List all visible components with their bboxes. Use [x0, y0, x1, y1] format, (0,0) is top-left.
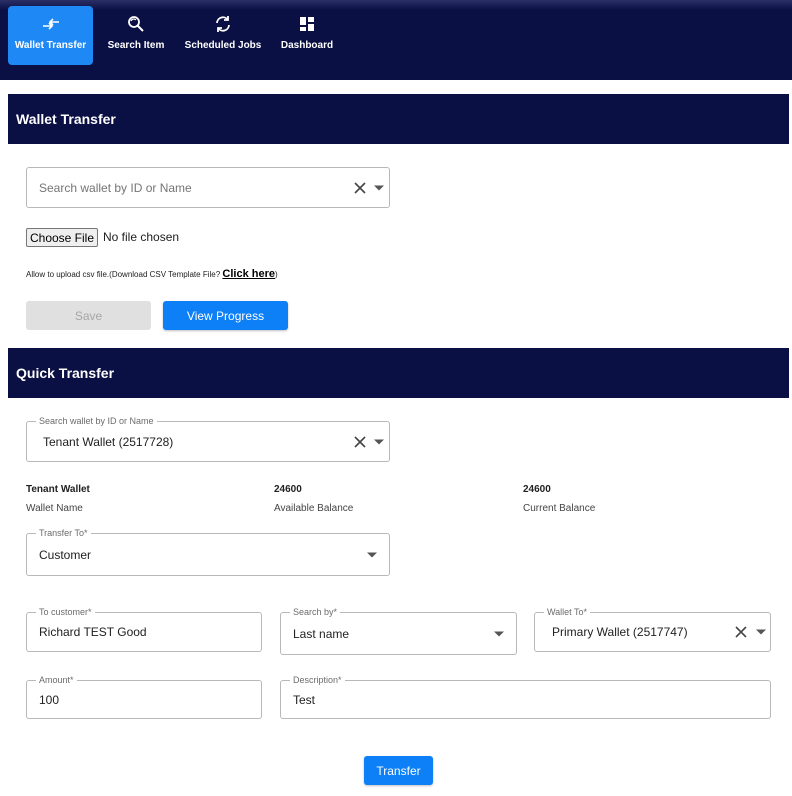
nav-scheduled-jobs[interactable]: Scheduled Jobs	[183, 6, 263, 65]
current-balance-value: 24600	[523, 484, 551, 495]
wallet-name-info: Tenant Wallet Wallet Name	[26, 484, 90, 514]
csv-hint-close: )	[275, 270, 278, 279]
current-balance-info: 24600 Current Balance	[523, 484, 595, 514]
field-legend: Search by*	[290, 607, 341, 617]
choose-file-button[interactable]: Choose File	[26, 228, 98, 247]
wallet-name-label: Wallet Name	[26, 503, 83, 514]
nav-label: Search Item	[107, 40, 165, 51]
csv-hint: Allow to upload csv file.(Download CSV T…	[26, 268, 278, 280]
close-icon[interactable]	[353, 435, 367, 449]
wallet-to-value: Primary Wallet (2517747)	[552, 625, 688, 639]
wallet-search-select[interactable]: Search wallet by ID or Name	[26, 167, 390, 208]
chevron-down-icon[interactable]	[756, 629, 766, 635]
amount-field[interactable]: Amount* 100	[26, 675, 262, 719]
nav-dashboard[interactable]: Dashboard	[278, 6, 336, 65]
wallet-name-value: Tenant Wallet	[26, 484, 90, 495]
nav-label: Wallet Transfer	[14, 40, 87, 51]
amount-value: 100	[39, 692, 60, 707]
wallet-search-placeholder: Search wallet by ID or Name	[39, 180, 192, 195]
close-icon[interactable]	[353, 181, 367, 195]
search-by-select[interactable]: Search by* Last name	[280, 607, 517, 655]
section-title: Quick Transfer	[16, 365, 115, 381]
download-template-link[interactable]: Click here	[222, 268, 275, 280]
transfer-to-value: Customer	[39, 547, 92, 562]
field-legend: Search wallet by ID or Name	[36, 416, 157, 426]
available-balance-info: 24600 Available Balance	[274, 484, 353, 514]
field-legend: Transfer To*	[36, 528, 91, 538]
section-title: Wallet Transfer	[16, 111, 116, 127]
chevron-down-icon[interactable]	[374, 185, 384, 190]
transfer-button[interactable]: Transfer	[364, 756, 433, 785]
description-field[interactable]: Description* Test	[280, 675, 771, 719]
description-value: Test	[293, 692, 316, 707]
file-status: No file chosen	[103, 230, 180, 244]
transfer-arrows-icon	[41, 14, 61, 34]
to-customer-value: Richard TEST Good	[39, 625, 147, 639]
csv-hint-text: Allow to upload csv file.(Download CSV T…	[26, 270, 221, 279]
nav-search-item[interactable]: Search Item	[103, 6, 169, 65]
field-legend: Description*	[290, 675, 345, 685]
nav-label: Dashboard	[280, 40, 334, 51]
wallet-to-select[interactable]: Wallet To* Primary Wallet (2517747)	[534, 607, 771, 652]
top-navigation-bar: Wallet Transfer Search Item Scheduled Jo…	[0, 0, 792, 80]
available-balance-label: Available Balance	[274, 503, 354, 514]
available-balance-value: 24600	[274, 484, 302, 495]
chevron-down-icon[interactable]	[494, 631, 504, 636]
quick-wallet-search-select[interactable]: Search wallet by ID or Name Tenant Walle…	[26, 416, 390, 462]
to-customer-field[interactable]: To customer* Richard TEST Good	[26, 607, 262, 652]
wallet-transfer-header: Wallet Transfer	[8, 94, 789, 144]
view-progress-button[interactable]: View Progress	[163, 301, 288, 330]
chevron-down-icon[interactable]	[374, 439, 384, 444]
search-refresh-icon	[126, 14, 146, 34]
dashboard-grid-icon	[297, 14, 317, 34]
field-legend: To customer*	[36, 607, 95, 617]
quick-transfer-header: Quick Transfer	[8, 348, 789, 398]
nav-wallet-transfer[interactable]: Wallet Transfer	[8, 6, 93, 65]
nav-label: Scheduled Jobs	[184, 40, 262, 51]
field-legend: Amount*	[36, 675, 77, 685]
close-icon[interactable]	[734, 625, 748, 639]
current-balance-label: Current Balance	[523, 503, 596, 514]
field-legend: Wallet To*	[544, 607, 591, 617]
search-by-value: Last name	[293, 626, 350, 641]
chevron-down-icon[interactable]	[367, 552, 377, 557]
sync-icon	[213, 14, 233, 34]
selected-wallet: Tenant Wallet (2517728)	[43, 434, 174, 449]
save-button[interactable]: Save	[26, 301, 151, 330]
transfer-to-select[interactable]: Transfer To* Customer	[26, 528, 390, 576]
